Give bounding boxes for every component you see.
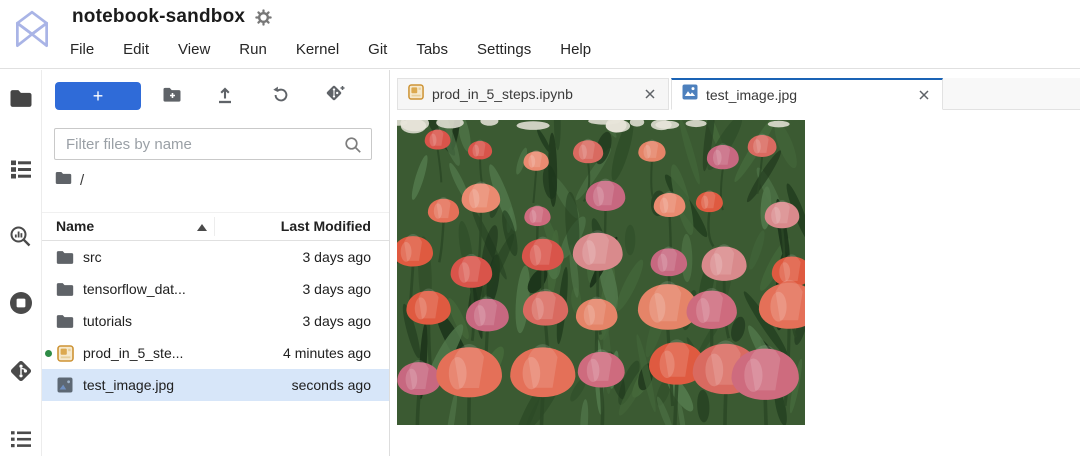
file-modified: 3 days ago	[303, 281, 372, 297]
file-modified: 4 minutes ago	[283, 345, 371, 361]
refresh-icon	[271, 85, 291, 108]
image-file-icon	[682, 84, 698, 105]
running-kernel-indicator	[45, 350, 52, 357]
folder-icon	[9, 88, 33, 114]
menu-item-file[interactable]: File	[70, 37, 94, 62]
file-modified: 3 days ago	[303, 249, 372, 265]
tab-prod-notebook[interactable]: prod_in_5_steps.ipynb	[397, 78, 669, 110]
activity-bar	[0, 70, 42, 456]
menu-item-edit[interactable]: Edit	[123, 37, 149, 62]
menu-item-git[interactable]: Git	[368, 37, 387, 62]
menu-item-kernel[interactable]: Kernel	[296, 37, 339, 62]
tulip-field-image	[397, 120, 805, 425]
menu-item-tabs[interactable]: Tabs	[416, 37, 448, 62]
new-launcher-button[interactable]: +	[55, 82, 141, 110]
close-icon[interactable]	[640, 84, 660, 104]
file-browser-panel: +	[42, 70, 390, 456]
sort-ascending-icon	[197, 224, 207, 231]
file-modified: 3 days ago	[303, 313, 372, 329]
file-row-prod-notebook[interactable]: prod_in_5_ste... 4 minutes ago	[42, 337, 389, 369]
close-icon[interactable]	[914, 85, 934, 105]
file-modified: seconds ago	[292, 377, 371, 393]
file-row-tensorflow-datasets[interactable]: tensorflow_dat... 3 days ago	[42, 273, 389, 305]
image-file-icon	[56, 377, 74, 393]
menu-item-run[interactable]: Run	[239, 37, 267, 62]
home-folder-icon[interactable]	[55, 171, 72, 190]
file-row-tutorials[interactable]: tutorials 3 days ago	[42, 305, 389, 337]
app-header: notebook-sandbox	[0, 0, 1080, 69]
column-header-name[interactable]: Name	[56, 218, 94, 234]
column-divider	[214, 217, 215, 236]
file-list: src 3 days ago tensorflow_dat... 3 days …	[42, 241, 389, 401]
folder-icon	[56, 250, 74, 265]
sidebar-item-file-browser[interactable]	[0, 84, 41, 118]
git-clone-button[interactable]	[322, 83, 348, 109]
folder-icon	[56, 282, 74, 297]
file-name: tensorflow_dat...	[83, 281, 186, 297]
search-inspector-icon	[9, 225, 32, 253]
filter-files-input[interactable]	[55, 129, 371, 159]
filter-box	[54, 128, 372, 160]
upload-button[interactable]	[212, 83, 238, 109]
file-name: tutorials	[83, 313, 132, 329]
image-viewer	[397, 120, 1080, 456]
git-clone-icon	[325, 84, 346, 108]
menu-item-settings[interactable]: Settings	[477, 37, 531, 62]
new-folder-icon	[162, 86, 183, 107]
app-window: notebook-sandbox	[0, 0, 1080, 456]
file-name: test_image.jpg	[83, 377, 174, 393]
breadcrumb: /	[55, 171, 84, 190]
file-row-src[interactable]: src 3 days ago	[42, 241, 389, 273]
main-area: prod_in_5_steps.ipynb test_image.jpg	[397, 70, 1080, 456]
refresh-button[interactable]	[268, 83, 294, 109]
new-folder-button[interactable]	[159, 83, 185, 109]
sidebar-item-table-of-contents[interactable]	[0, 424, 41, 456]
menu-item-help[interactable]: Help	[560, 37, 591, 62]
file-name: src	[83, 249, 102, 265]
settings-gear-icon[interactable]	[255, 9, 272, 26]
file-list-header: Name Last Modified	[42, 212, 389, 241]
upload-icon	[215, 85, 235, 107]
file-name: prod_in_5_ste...	[83, 345, 183, 361]
git-icon	[9, 359, 33, 388]
tab-label: test_image.jpg	[706, 87, 797, 103]
search-icon	[344, 136, 362, 159]
menu-item-view[interactable]: View	[178, 37, 210, 62]
column-header-modified[interactable]: Last Modified	[281, 218, 371, 234]
notebook-icon	[56, 345, 74, 362]
sessions-list-icon	[10, 159, 32, 184]
breadcrumb-root[interactable]: /	[80, 172, 84, 189]
folder-icon	[56, 314, 74, 329]
tab-bar-filler	[943, 78, 1080, 110]
menu-bar: File Edit View Run Kernel Git Tabs Setti…	[70, 37, 620, 62]
sidebar-item-inspector[interactable]	[0, 222, 41, 256]
tab-test-image[interactable]: test_image.jpg	[671, 78, 943, 110]
notebook-icon	[408, 84, 424, 105]
sidebar-item-git[interactable]	[0, 356, 41, 390]
stop-circle-icon	[9, 291, 33, 320]
tab-bar: prod_in_5_steps.ipynb test_image.jpg	[397, 78, 1080, 110]
file-row-test-image[interactable]: test_image.jpg seconds ago	[42, 369, 389, 401]
sidebar-item-running-kernels[interactable]	[0, 288, 41, 322]
toc-list-icon	[10, 429, 32, 454]
page-title: notebook-sandbox	[72, 6, 245, 28]
sidebar-item-running-sessions[interactable]	[0, 154, 41, 188]
app-logo-icon	[10, 8, 54, 59]
tab-label: prod_in_5_steps.ipynb	[432, 86, 573, 102]
